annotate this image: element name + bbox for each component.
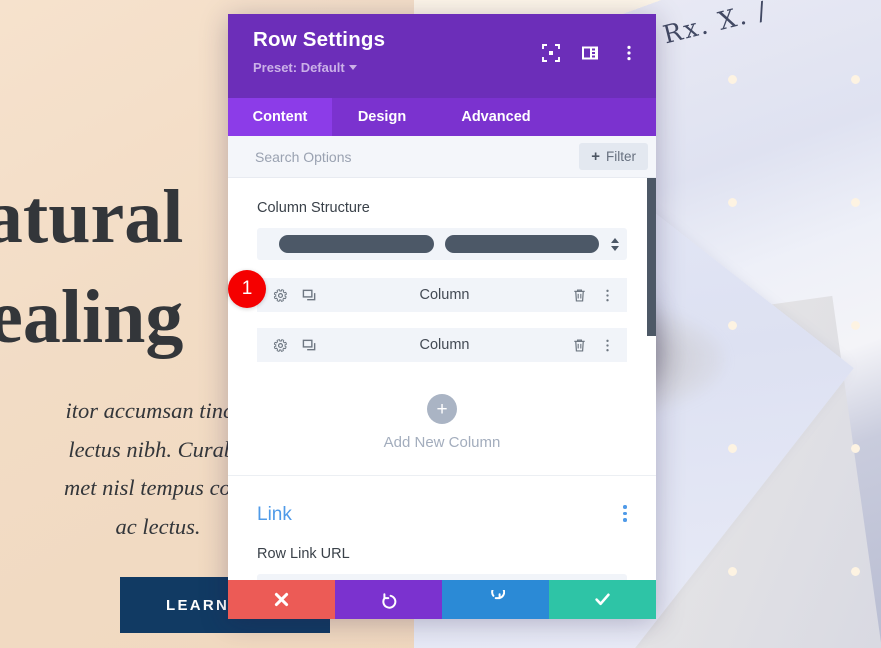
modal-action-bar	[228, 580, 656, 619]
filter-button[interactable]: + Filter	[579, 143, 648, 170]
preset-label: Preset: Default	[253, 59, 345, 75]
close-icon	[274, 592, 289, 607]
table-row[interactable]: Column	[257, 328, 627, 362]
column-row-tools-right	[572, 288, 615, 303]
filter-button-label: Filter	[606, 149, 636, 164]
column-row-label: Column	[419, 287, 470, 303]
more-vertical-icon[interactable]	[623, 505, 627, 525]
focus-icon[interactable]	[542, 44, 560, 62]
add-new-column-button[interactable]: + Add New Column	[257, 378, 627, 475]
add-new-column-label: Add New Column	[383, 434, 501, 451]
link-section-title[interactable]: Link	[257, 504, 292, 526]
column-structure-preview	[279, 235, 599, 253]
column-row-tools-right	[572, 338, 615, 353]
modal-header: Row Settings Preset: Default	[228, 14, 656, 98]
cancel-button[interactable]	[228, 580, 335, 619]
link-section-header: Link	[228, 476, 656, 526]
step-badge-1: 1	[228, 270, 266, 308]
modal-tabs: Content Design Advanced	[228, 98, 656, 136]
save-button[interactable]	[549, 580, 656, 619]
row-link-url-label: Row Link URL	[257, 546, 350, 562]
more-vertical-icon[interactable]	[600, 338, 615, 353]
search-input[interactable]	[255, 148, 535, 165]
chevron-down-icon	[348, 64, 357, 70]
gear-icon[interactable]	[273, 338, 288, 353]
column-structure-section: Column Structure Column Column + Add New…	[228, 200, 656, 475]
redo-icon	[491, 590, 505, 600]
column-row-tools-left	[273, 288, 317, 303]
column-structure-select[interactable]	[257, 228, 627, 260]
tab-advanced[interactable]: Advanced	[432, 98, 560, 136]
search-bar: + Filter	[228, 136, 656, 178]
trash-icon[interactable]	[572, 338, 587, 353]
duplicate-icon[interactable]	[302, 288, 317, 303]
column-row-tools-left	[273, 338, 317, 353]
gear-icon[interactable]	[273, 288, 288, 303]
table-row[interactable]: Column	[257, 278, 627, 312]
modal-scrollbar-track[interactable]	[647, 178, 656, 618]
plus-icon: +	[427, 394, 457, 424]
column-list: Column Column	[257, 278, 627, 362]
column-structure-label: Column Structure	[257, 200, 370, 216]
modal-body: Column Structure Column Column + Add New…	[228, 178, 656, 618]
modal-header-icons	[542, 44, 638, 62]
column-row-label: Column	[419, 337, 470, 353]
layout-panel-icon[interactable]	[581, 44, 599, 62]
page-heading-line1: Natural	[0, 175, 184, 259]
tab-content[interactable]: Content	[228, 98, 332, 136]
more-vertical-icon[interactable]	[620, 44, 638, 62]
undo-icon	[382, 593, 397, 609]
tab-design[interactable]: Design	[332, 98, 432, 136]
more-vertical-icon[interactable]	[600, 288, 615, 303]
plus-icon: +	[591, 148, 600, 165]
undo-button[interactable]	[335, 580, 442, 619]
check-icon	[595, 593, 610, 606]
redo-button[interactable]	[442, 580, 549, 619]
modal-scrollbar-thumb[interactable]	[647, 178, 656, 336]
row-settings-modal: Row Settings Preset: Default Content Des…	[228, 14, 656, 618]
duplicate-icon[interactable]	[302, 338, 317, 353]
stepper-icon[interactable]	[611, 237, 619, 251]
column-bar	[279, 235, 434, 253]
screen-root: Rx. X. / Natural Healing itor accumsan t…	[0, 0, 881, 648]
column-bar	[444, 235, 599, 253]
trash-icon[interactable]	[572, 288, 587, 303]
